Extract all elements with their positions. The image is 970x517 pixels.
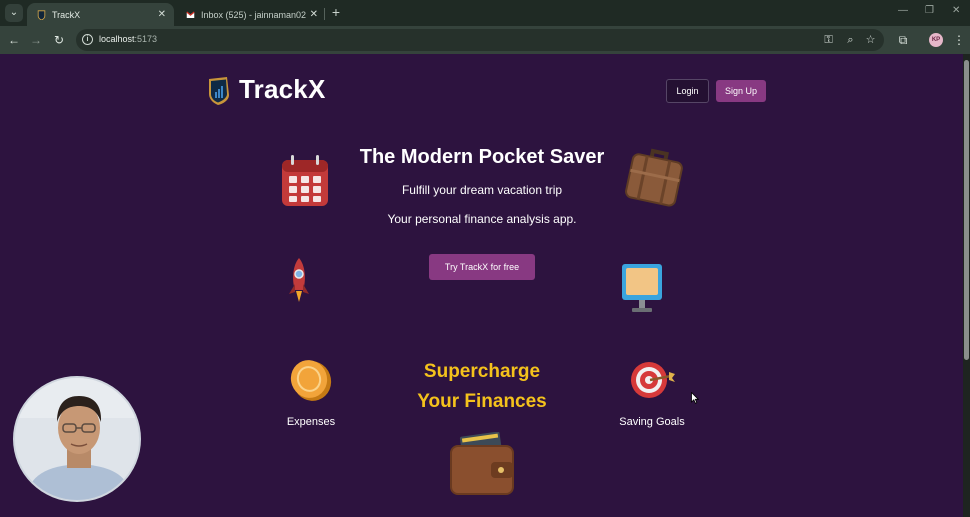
password-key-icon[interactable]: ⚿ [822,34,835,47]
more-menu-icon[interactable]: ⋮ [951,32,967,48]
features-heading-line2: Your Finances [417,391,547,412]
brand-name[interactable]: TrackX [239,74,326,105]
suitcase-icon [625,148,683,207]
scrollbar-thumb[interactable] [964,60,969,360]
shield-logo-icon [209,77,229,105]
page-viewport: TrackX Login Sign Up The Modern Pocket S… [0,54,963,517]
back-icon[interactable]: ← [6,32,22,48]
close-icon[interactable]: ✕ [158,9,166,20]
close-icon[interactable]: ✕ [310,9,318,20]
features-heading-line1: Supercharge [423,361,541,382]
forward-icon[interactable]: → [28,32,44,48]
profile-avatar[interactable]: KP [929,33,943,47]
reload-icon[interactable]: ↻ [51,32,67,48]
cursor-icon [691,392,699,404]
target-icon [631,362,675,398]
page-scrollbar[interactable] [963,54,970,517]
wallet-icon [450,432,514,495]
monitor-icon [622,264,662,312]
tab-title: TrackX [52,9,81,20]
extensions-icon[interactable]: ⧉ [895,32,911,48]
login-button[interactable]: Login [666,79,709,103]
coin-icon [290,360,332,401]
address-bar[interactable]: i localhost:5173 ⚿ ⌕ ☆ [76,29,884,51]
try-free-button[interactable]: Try TrackX for free [429,254,535,280]
gmail-icon [186,11,195,18]
features-heading: Supercharge Your Finances [382,357,582,417]
browser-toolbar: ← → ↻ i localhost:5173 ⚿ ⌕ ☆ ⧉ KP ⋮ [0,26,970,54]
feature-label-saving-goals: Saving Goals [619,416,685,428]
tab-gmail[interactable]: Inbox (525) - jainnaman027@g ✕ [176,3,326,26]
zoom-icon[interactable]: ⌕ [844,34,857,47]
browser-tab-bar: ⌄ TrackX ✕ Inbox (525) - jainnaman027@g … [0,0,970,26]
trackx-favicon [37,9,46,20]
restore-icon[interactable]: ❐ [925,5,934,16]
minimize-icon[interactable]: — [898,5,908,16]
hero-tagline: Your personal finance analysis app. [387,212,577,226]
calendar-icon [282,155,328,206]
feature-label-expenses: Expenses [286,416,336,428]
tab-menu-icon[interactable]: ⌄ [5,4,23,22]
bookmark-star-icon[interactable]: ☆ [864,34,877,47]
webcam-overlay [13,376,141,502]
site-info-icon[interactable]: i [82,34,93,45]
tab-title: Inbox (525) - jainnaman027@g [201,9,306,20]
rocket-icon [289,258,309,302]
signup-button[interactable]: Sign Up [716,80,766,102]
plus-icon[interactable]: + [329,4,343,20]
window-close-icon[interactable]: ✕ [952,5,960,16]
tab-trackx[interactable]: TrackX ✕ [27,3,174,26]
tab-separator [324,8,325,20]
url-text[interactable]: localhost:5173 [99,34,157,44]
presenter-video [15,378,139,500]
